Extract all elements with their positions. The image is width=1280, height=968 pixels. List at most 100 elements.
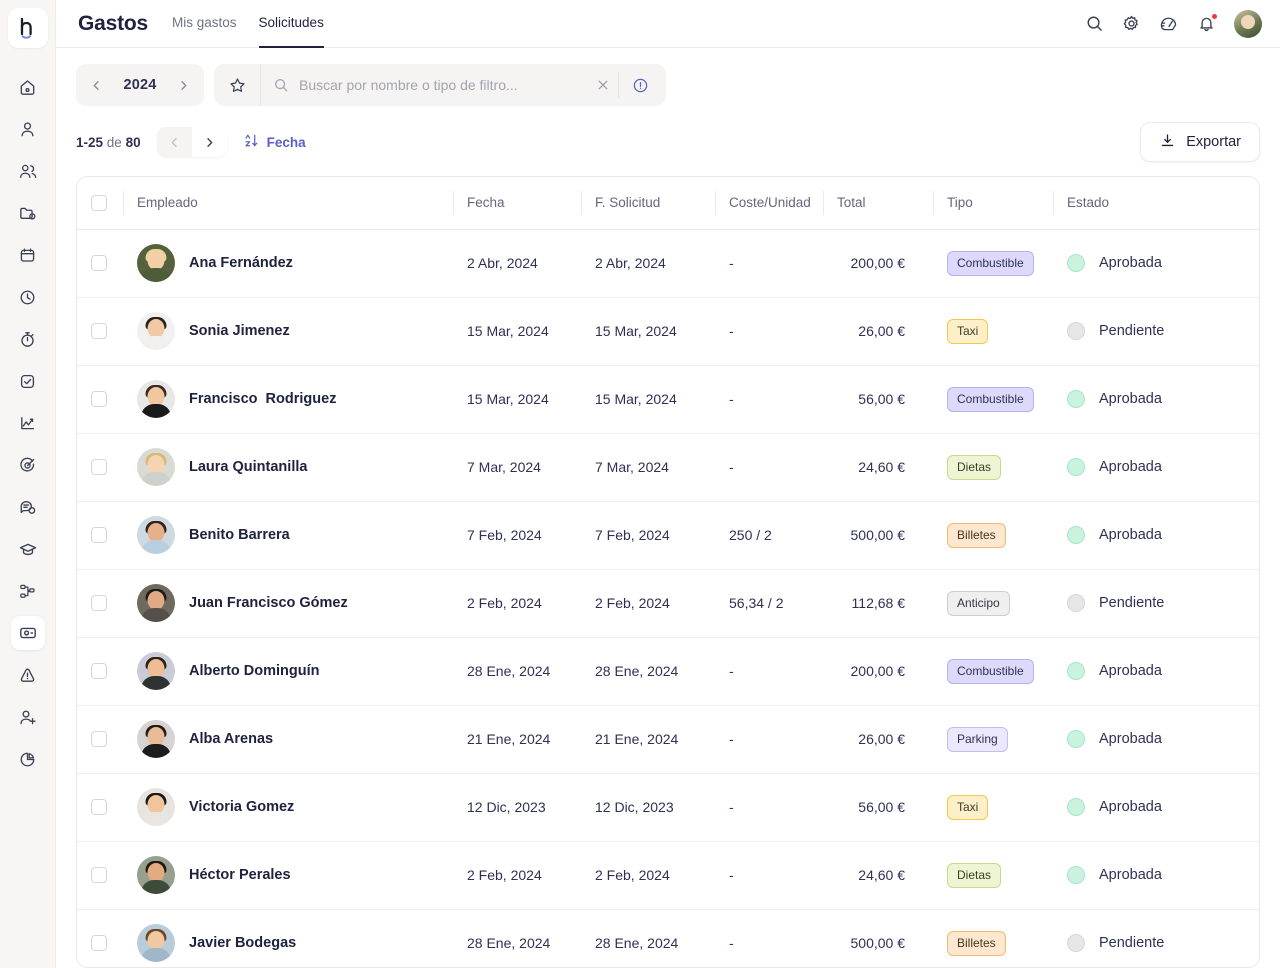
table-row[interactable]: Héctor Perales 2 Feb, 2024 2 Feb, 2024-24,… — [77, 841, 1259, 910]
year-value: 2024 — [123, 77, 157, 93]
table-body: Ana Fernández 2 Abr, 2024 2 Abr, 2024-200,… — [77, 229, 1259, 967]
tipo-badge: Taxi — [947, 794, 989, 820]
avatar[interactable] — [1234, 9, 1262, 38]
sidebar-item-profile[interactable] — [11, 112, 45, 146]
f-solicitud-cell: 7 Feb, 2024 — [581, 501, 715, 570]
close-icon[interactable] — [588, 78, 618, 92]
empleado-name: Javier Bodegas — [189, 935, 297, 952]
search-icon[interactable] — [1085, 14, 1104, 33]
hibob-logo[interactable] — [7, 8, 48, 48]
gear-icon[interactable] — [1122, 14, 1141, 33]
row-checkbox[interactable] — [91, 867, 107, 883]
tab-mis-gastos[interactable]: Mis gastos — [172, 0, 237, 48]
sidebar-item-reports[interactable] — [11, 742, 45, 776]
row-select-cell — [77, 433, 123, 502]
row-checkbox[interactable] — [91, 459, 107, 475]
tipo-badge: Parking — [947, 726, 1008, 752]
tipo-badge: Dietas — [947, 454, 1002, 480]
col-header-fecha[interactable]: Fecha — [453, 177, 581, 230]
tipo-badge: Billetes — [947, 930, 1006, 956]
row-select-cell — [77, 773, 123, 842]
table-row[interactable]: Francisco Rodriguez 15 Mar, 2024 15 Mar, 2… — [77, 365, 1259, 434]
speedometer-icon[interactable] — [1159, 14, 1179, 34]
sidebar-item-calendar[interactable] — [11, 238, 45, 272]
table-row[interactable]: Benito Barrera 7 Feb, 2024 7 Feb, 2024 250 … — [77, 501, 1259, 570]
export-label: Exportar — [1186, 134, 1241, 150]
avatar-face — [147, 931, 165, 951]
sidebar-item-time[interactable] — [11, 280, 45, 314]
next-page-button[interactable] — [191, 127, 227, 157]
tab-solicitudes[interactable]: Solicitudes — [258, 0, 324, 48]
year-picker[interactable]: 2024 — [76, 64, 204, 106]
row-checkbox[interactable] — [91, 391, 107, 407]
sidebar-item-invite[interactable] — [11, 700, 45, 734]
col-header-tipo[interactable]: Tipo — [933, 177, 1053, 230]
sidebar-item-alerts[interactable] — [11, 658, 45, 692]
sidebar-item-expenses[interactable] — [10, 616, 45, 650]
chevron-right-icon[interactable] — [173, 79, 194, 92]
avatar-body — [141, 404, 171, 418]
table-row[interactable]: Alba Arenas 21 Ene, 2024 21 Ene, 2024-26,0… — [77, 705, 1259, 774]
fecha-cell: 21 Ene, 2024 — [453, 705, 581, 774]
tipo-badge: Taxi — [947, 318, 989, 344]
status-badge: Aprobada — [1099, 867, 1162, 883]
empleado-name: Laura Quintanilla — [189, 459, 308, 475]
sidebar-item-home[interactable] — [11, 70, 45, 104]
row-checkbox[interactable] — [91, 595, 107, 611]
sidebar-item-documents[interactable] — [11, 196, 45, 230]
bell-icon[interactable] — [1197, 13, 1218, 33]
export-button[interactable]: Exportar — [1140, 122, 1260, 162]
col-header-coste-unidad[interactable]: Coste/Unidad — [715, 177, 823, 230]
table-row[interactable]: Alberto Dominguín 28 Ene, 2024 28 Ene, 202… — [77, 637, 1259, 706]
row-select-cell — [77, 365, 123, 434]
status-badge: Aprobada — [1099, 527, 1162, 543]
col-header-total[interactable]: Total — [823, 177, 933, 230]
search-input[interactable] — [299, 77, 578, 93]
sort-control[interactable]: Fecha — [243, 132, 306, 152]
sidebar-item-people[interactable] — [11, 154, 45, 188]
star-icon[interactable] — [214, 76, 260, 95]
row-checkbox[interactable] — [91, 731, 107, 747]
chart-line-icon — [18, 414, 37, 433]
row-select-cell — [77, 569, 123, 638]
table-row[interactable]: Laura Quintanilla 7 Mar, 2024 7 Mar, 2024-… — [77, 433, 1259, 502]
table-row[interactable]: Javier Bodegas 28 Ene, 2024 28 Ene, 2024 - 5… — [77, 909, 1259, 967]
tipo-cell: Anticipo — [933, 569, 1053, 638]
tipo-cell: Combustible — [933, 229, 1053, 298]
col-header-estado[interactable]: Estado — [1053, 177, 1259, 230]
total-cell: 500,00 € — [823, 501, 933, 570]
row-checkbox[interactable] — [91, 935, 107, 952]
sidebar-item-analytics[interactable] — [11, 406, 45, 440]
avatar-face — [147, 318, 165, 338]
row-checkbox[interactable] — [91, 323, 107, 339]
row-checkbox[interactable] — [91, 799, 107, 815]
avatar-body — [141, 268, 171, 282]
info-icon[interactable] — [618, 72, 662, 98]
table-row[interactable]: Juan Francisco Gómez 2 Feb, 2024 2 Feb, 20… — [77, 569, 1259, 638]
f-solicitud-cell: 28 Ene, 2024 — [595, 935, 679, 952]
table-row[interactable]: Victoria Gomez 12 Dic, 2023 12 Dic, 2023-5… — [77, 773, 1259, 842]
select-all-checkbox[interactable] — [91, 194, 107, 211]
sidebar-item-goals[interactable] — [11, 448, 45, 482]
status-badge: Pendiente — [1099, 323, 1165, 339]
sidebar-item-feedback[interactable] — [11, 490, 45, 524]
row-checkbox[interactable] — [91, 527, 107, 543]
col-header-f-solicitud[interactable]: F. Solicitud — [581, 177, 715, 230]
avatar-face — [147, 862, 165, 882]
avatar-body — [141, 676, 171, 690]
table-row[interactable]: Ana Fernández 2 Abr, 2024 2 Abr, 2024-200,… — [77, 229, 1259, 298]
col-header-empleado[interactable]: Empleado — [123, 177, 453, 230]
sidebar-item-learning[interactable] — [11, 532, 45, 566]
sidebar-item-timesheet[interactable] — [11, 322, 45, 356]
row-checkbox[interactable] — [91, 255, 107, 271]
avatar-body — [141, 812, 171, 826]
chevron-left-icon[interactable] — [86, 79, 107, 92]
sidebar-item-workflows[interactable] — [11, 574, 45, 608]
empleado-cell: Benito Barrera — [123, 501, 453, 570]
sidebar-item-tasks[interactable] — [11, 364, 45, 398]
table-row[interactable]: Sonia Jimenez 15 Mar, 2024 15 Mar, 2024-26… — [77, 297, 1259, 366]
prev-page-button[interactable] — [156, 127, 192, 157]
coste-unidad-cell: 250 / 2 — [715, 501, 823, 570]
row-checkbox[interactable] — [91, 663, 107, 679]
clock-icon — [18, 288, 37, 307]
